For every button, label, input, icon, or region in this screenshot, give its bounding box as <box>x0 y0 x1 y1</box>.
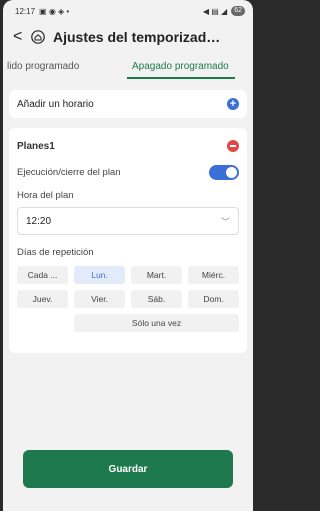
add-plus-icon[interactable]: + <box>227 98 239 110</box>
exec-label: Ejecución/cierre del plan <box>17 166 121 178</box>
day-chip[interactable]: Vier. <box>74 290 125 308</box>
plan-card: Planes1 Ejecución/cierre del plan Hora d… <box>9 128 247 353</box>
plan-name: Planes1 <box>17 140 55 152</box>
repeat-label: Días de repetición <box>17 247 94 258</box>
time-select[interactable]: 12:20 ﹀ <box>17 207 239 235</box>
add-schedule-label: Añadir un horario <box>17 98 94 110</box>
day-chip[interactable]: Miérc. <box>188 266 239 284</box>
save-button[interactable]: Guardar <box>23 450 233 488</box>
status-bar: 12:17 ▣ ◉ ◈ • ◀ ▤ ◢ 62 <box>3 0 253 22</box>
page-title: Ajustes del temporizad… <box>53 29 221 45</box>
chevron-down-icon: ﹀ <box>220 216 230 227</box>
status-time: 12:17 <box>15 6 36 16</box>
day-chip[interactable]: Cada ... <box>17 266 68 284</box>
add-schedule-row[interactable]: Añadir un horario + <box>9 90 247 118</box>
phone-screen: 12:17 ▣ ◉ ◈ • ◀ ▤ ◢ 62 < Ajustes del tem… <box>3 0 253 511</box>
once-chip[interactable]: Sólo una vez <box>74 314 239 332</box>
day-chip[interactable]: Sáb. <box>131 290 182 308</box>
battery-badge: 62 <box>231 6 245 16</box>
time-value: 12:20 <box>26 215 52 227</box>
tab-apagado[interactable]: Apagado programado <box>132 61 229 72</box>
day-chip[interactable]: Dom. <box>188 290 239 308</box>
back-arrow-icon[interactable]: < <box>13 28 23 46</box>
remove-minus-icon[interactable] <box>227 140 239 152</box>
day-chip[interactable]: Juev. <box>17 290 68 308</box>
time-label: Hora del plan <box>17 190 74 201</box>
signal-icons: ◀ ▤ ◢ <box>202 6 228 16</box>
day-chip-selected[interactable]: Lun. <box>74 266 125 284</box>
notification-icons: ▣ ◉ ◈ • <box>39 6 70 16</box>
days-grid: Cada ... Lun. Mart. Miérc. Juev. Vier. S… <box>17 266 239 332</box>
home-icon[interactable] <box>31 30 45 44</box>
day-chip[interactable]: Mart. <box>131 266 182 284</box>
tab-bar: lido programado Apagado programado <box>3 52 253 80</box>
exec-toggle[interactable] <box>209 164 239 180</box>
header: < Ajustes del temporizad… <box>3 22 253 52</box>
tab-underline <box>127 77 235 79</box>
tab-encendido[interactable]: lido programado <box>7 61 79 72</box>
